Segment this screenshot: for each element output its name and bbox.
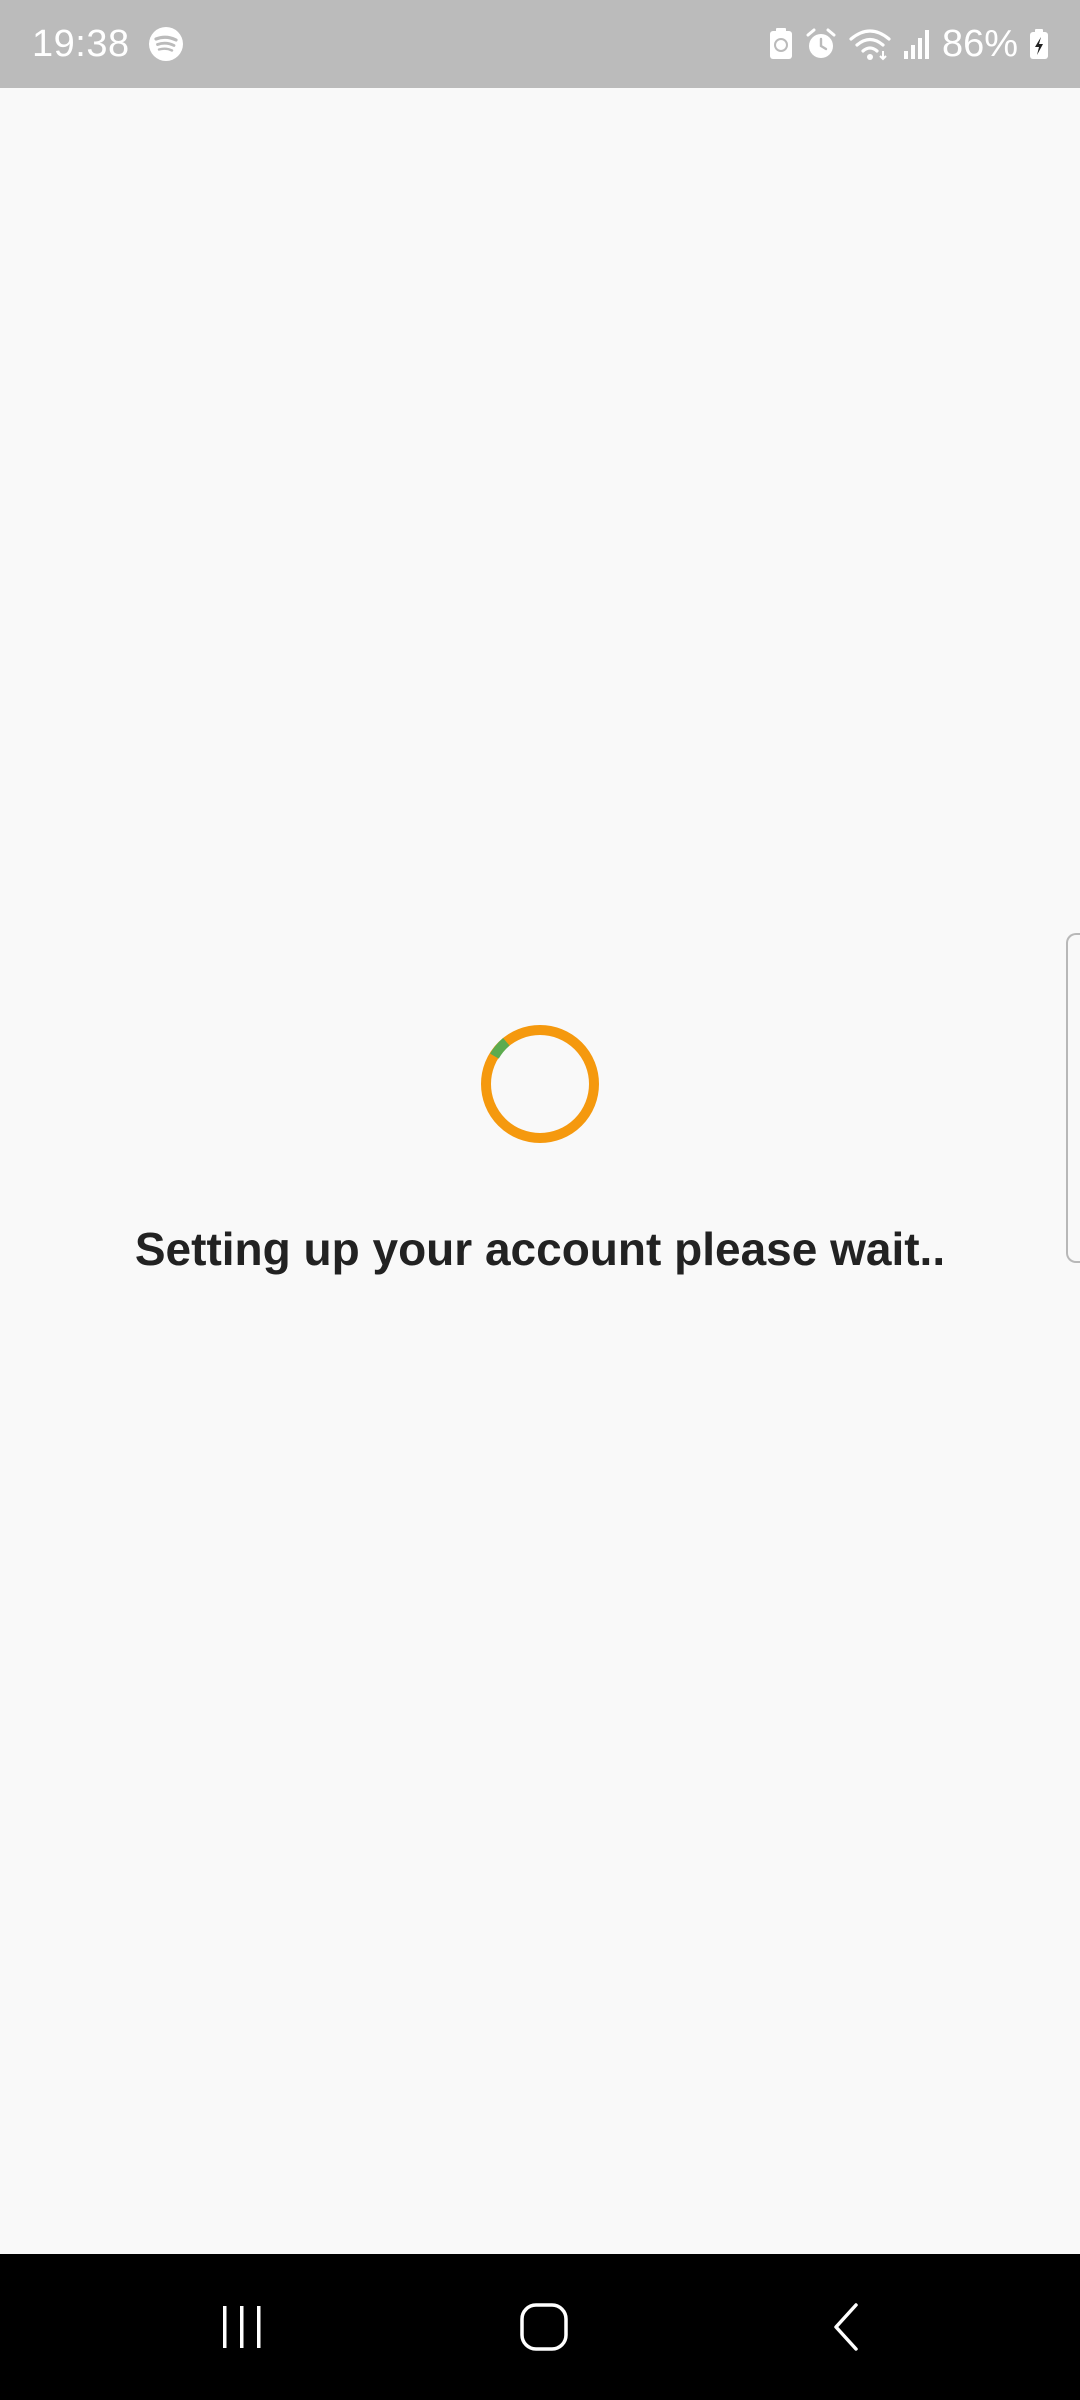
spotify-icon (148, 26, 184, 62)
home-button[interactable] (484, 2277, 604, 2377)
battery-charging-icon (1028, 27, 1050, 61)
status-bar: 19:38 86% (0, 0, 1080, 88)
status-right: 86% (768, 0, 1050, 88)
alarm-icon (804, 27, 838, 61)
recents-button[interactable] (182, 2277, 302, 2377)
edge-panel-handle[interactable] (1066, 933, 1080, 1263)
wifi-icon (848, 27, 892, 61)
signal-icon (902, 27, 932, 61)
recents-icon (217, 2302, 267, 2352)
back-icon (826, 2301, 866, 2353)
back-button[interactable] (786, 2277, 906, 2377)
home-icon (518, 2301, 570, 2353)
battery-saver-icon (768, 27, 794, 61)
status-left: 19:38 (32, 0, 184, 88)
main-content: Setting up your account please wait.. (0, 88, 1080, 2254)
loading-spinner (481, 1025, 599, 1143)
status-time: 19:38 (32, 22, 130, 65)
battery-percent: 86% (941, 22, 1018, 65)
navigation-bar (0, 2254, 1080, 2400)
loading-message: Setting up your account please wait.. (134, 1223, 946, 1275)
